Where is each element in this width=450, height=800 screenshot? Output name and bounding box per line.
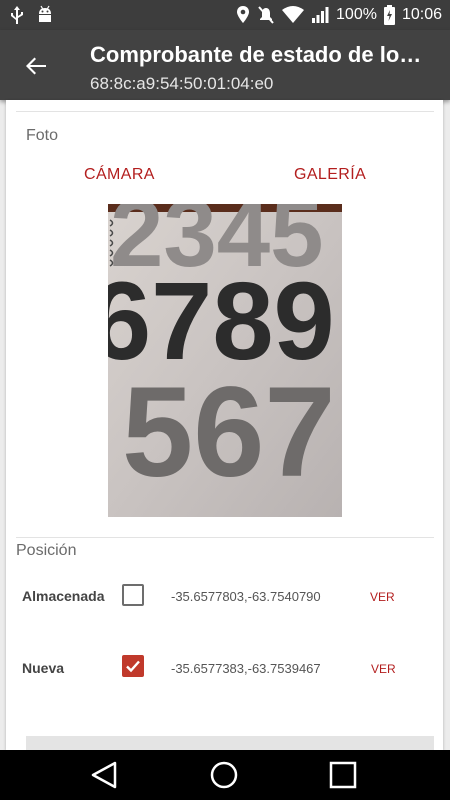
status-right: 100% 10:06 bbox=[236, 5, 442, 25]
home-circle-icon[interactable] bbox=[208, 759, 240, 791]
new-checkbox[interactable] bbox=[122, 655, 144, 677]
stored-checkbox[interactable] bbox=[122, 584, 144, 606]
middle-divider bbox=[16, 537, 434, 538]
content-card: Foto CÁMARA GALERÍA 2345 6789 567 Posici… bbox=[6, 100, 443, 750]
battery-percent: 100% bbox=[336, 6, 377, 23]
clock: 10:06 bbox=[401, 6, 442, 23]
navigation-bar bbox=[0, 750, 450, 800]
stored-label: Almacenada bbox=[22, 588, 105, 604]
arrow-back-icon[interactable] bbox=[22, 52, 50, 80]
check-icon bbox=[126, 660, 140, 673]
stored-ver-button[interactable]: VER bbox=[370, 590, 395, 604]
new-coords: -35.6577383,-63.7539467 bbox=[171, 661, 321, 676]
page-subtitle: 68:8c:a9:54:50:01:04:e0 bbox=[90, 74, 274, 93]
camera-button[interactable]: CÁMARA bbox=[84, 166, 155, 184]
photo-preview: 2345 6789 567 bbox=[108, 204, 342, 517]
mute-icon bbox=[257, 5, 275, 25]
recents-square-icon[interactable] bbox=[327, 759, 359, 791]
status-bar: 100% 10:06 bbox=[0, 0, 450, 30]
photo-section-label: Foto bbox=[26, 127, 59, 144]
bottom-partial-button[interactable] bbox=[26, 736, 434, 750]
new-label: Nueva bbox=[22, 660, 65, 676]
app-bar: Comprobante de estado de lo… 68:8c:a9:54… bbox=[0, 30, 450, 100]
android-icon bbox=[36, 5, 54, 25]
location-icon bbox=[236, 5, 250, 25]
stored-coords: -35.6577803,-63.7540790 bbox=[171, 589, 321, 604]
page-title: Comprobante de estado de lo… bbox=[90, 42, 422, 67]
back-triangle-icon[interactable] bbox=[89, 759, 121, 791]
battery-icon bbox=[383, 5, 395, 25]
new-ver-button[interactable]: VER bbox=[371, 662, 396, 676]
position-section-label: Posición bbox=[16, 542, 77, 559]
signal-icon bbox=[311, 6, 329, 24]
status-left-icons bbox=[10, 5, 54, 25]
top-divider bbox=[16, 111, 434, 112]
usb-icon bbox=[10, 5, 24, 25]
photo-digits-row3: 567 bbox=[122, 361, 336, 504]
wifi-icon bbox=[282, 6, 305, 24]
gallery-button[interactable]: GALERÍA bbox=[294, 166, 366, 184]
